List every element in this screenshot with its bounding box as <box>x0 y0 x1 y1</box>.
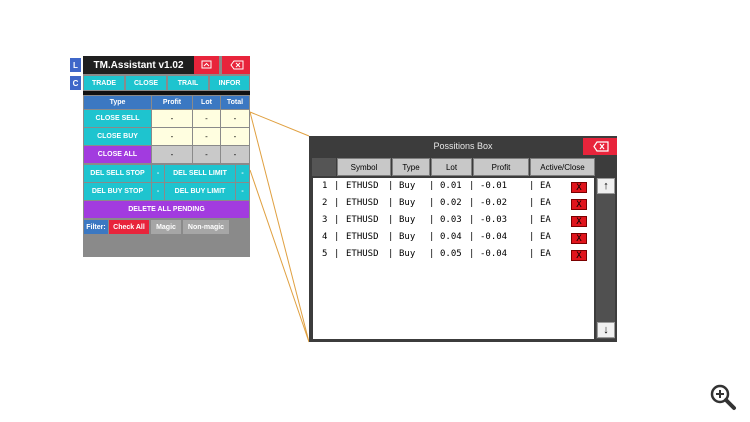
header-lot: Lot <box>193 96 220 109</box>
column-type: Type <box>392 158 430 176</box>
row-lot: 0.02 <box>440 198 462 208</box>
row-type: Buy <box>399 249 416 259</box>
row-profit: -0.04 <box>480 232 508 242</box>
close-all-button[interactable]: CLOSE ALL <box>84 146 151 163</box>
row-active: EA <box>540 249 551 259</box>
close-sell-button[interactable]: CLOSE SELL <box>84 110 151 127</box>
row-type: Buy <box>399 198 416 208</box>
filter-label: Filter: <box>84 220 108 234</box>
del-buy-limit-button[interactable]: DEL BUY LIMIT <box>165 183 235 200</box>
scroll-down-button[interactable]: ↓ <box>597 322 615 338</box>
row-lot: 0.03 <box>440 215 462 225</box>
del-sell-stop-button[interactable]: DEL SELL STOP <box>84 165 151 182</box>
row-active: EA <box>540 181 551 191</box>
assistant-close-button[interactable] <box>222 56 250 74</box>
menu-trade[interactable]: TRADE <box>84 76 124 90</box>
position-row: 5 | ETHUSD | Buy | 0.05 | -0.04 | EA X <box>313 249 594 261</box>
column-lot: Lot <box>431 158 472 176</box>
scrollbar-track[interactable] <box>596 178 615 339</box>
row-index: 2 <box>322 198 328 208</box>
row-active: EA <box>540 232 551 242</box>
index-header <box>312 158 336 176</box>
column-symbol: Symbol <box>337 158 391 176</box>
scroll-up-button[interactable]: ↑ <box>597 178 615 194</box>
row-profit: -0.02 <box>480 198 508 208</box>
delete-all-pending-button[interactable]: DELETE ALL PENDING <box>84 201 249 218</box>
row-close-button[interactable]: X <box>571 216 587 227</box>
minimize-button[interactable] <box>194 56 219 74</box>
row-lot: 0.01 <box>440 181 462 191</box>
row-profit: -0.04 <box>480 249 508 259</box>
assistant-title: TM.Assistant v1.02 <box>83 56 194 74</box>
del-buy-limit-count: - <box>236 183 249 200</box>
header-total: Total <box>221 96 249 109</box>
position-row: 3 | ETHUSD | Buy | 0.03 | -0.03 | EA X <box>313 215 594 227</box>
positions-close-button[interactable] <box>583 138 617 155</box>
row-index: 1 <box>322 181 328 191</box>
magic-button[interactable]: Magic <box>151 220 181 234</box>
row-lot: 0.05 <box>440 249 462 259</box>
row-symbol: ETHUSD <box>346 181 379 191</box>
del-buy-stop-button[interactable]: DEL BUY STOP <box>84 183 151 200</box>
row-lot: 0.04 <box>440 232 462 242</box>
del-buy-stop-count: - <box>152 183 164 200</box>
header-profit: Profit <box>152 96 192 109</box>
close-backspace-icon <box>230 60 244 70</box>
menu-close[interactable]: CLOSE <box>126 76 166 90</box>
position-row: 2 | ETHUSD | Buy | 0.02 | -0.02 | EA X <box>313 198 594 210</box>
column-profit: Profit <box>473 158 529 176</box>
del-sell-limit-button[interactable]: DEL SELL LIMIT <box>165 165 235 182</box>
row-index: 4 <box>322 232 328 242</box>
close-buy-lot: - <box>193 128 220 145</box>
menu-trail[interactable]: TRAIL <box>168 76 208 90</box>
row-type: Buy <box>399 215 416 225</box>
close-buy-total: - <box>221 128 249 145</box>
row-profit: -0.01 <box>480 181 508 191</box>
close-all-total: - <box>221 146 249 163</box>
column-active-close: Active/Close <box>530 158 595 176</box>
row-close-button[interactable]: X <box>571 182 587 193</box>
close-sell-lot: - <box>193 110 220 127</box>
close-sell-profit: - <box>152 110 192 127</box>
minimize-icon <box>201 60 212 69</box>
row-close-button[interactable]: X <box>571 233 587 244</box>
check-all-button[interactable]: Check All <box>109 220 149 234</box>
row-symbol: ETHUSD <box>346 215 379 225</box>
row-symbol: ETHUSD <box>346 249 379 259</box>
row-type: Buy <box>399 232 416 242</box>
close-sell-total: - <box>221 110 249 127</box>
row-symbol: ETHUSD <box>346 232 379 242</box>
row-active: EA <box>540 215 551 225</box>
header-type: Type <box>84 96 151 109</box>
side-button-l[interactable]: L <box>70 58 81 72</box>
menu-infor[interactable]: INFOR <box>210 76 249 90</box>
close-buy-profit: - <box>152 128 192 145</box>
del-sell-limit-count: - <box>236 165 249 182</box>
zoom-in-icon[interactable] <box>708 382 738 412</box>
row-profit: -0.03 <box>480 215 508 225</box>
close-buy-button[interactable]: CLOSE BUY <box>84 128 151 145</box>
row-symbol: ETHUSD <box>346 198 379 208</box>
close-all-profit: - <box>152 146 192 163</box>
side-button-c[interactable]: C <box>70 76 81 90</box>
non-magic-button[interactable]: Non-magic <box>183 220 229 234</box>
row-index: 3 <box>322 215 328 225</box>
row-active: EA <box>540 198 551 208</box>
row-index: 5 <box>322 249 328 259</box>
row-type: Buy <box>399 181 416 191</box>
row-close-button[interactable]: X <box>571 199 587 210</box>
position-row: 4 | ETHUSD | Buy | 0.04 | -0.04 | EA X <box>313 232 594 244</box>
position-row: 1 | ETHUSD | Buy | 0.01 | -0.01 | EA X <box>313 181 594 193</box>
positions-box-title: Possitions Box <box>433 141 493 151</box>
close-all-lot: - <box>193 146 220 163</box>
row-close-button[interactable]: X <box>571 250 587 261</box>
del-sell-stop-count: - <box>152 165 164 182</box>
menu-divider <box>83 91 250 95</box>
close-backspace-icon <box>593 141 609 152</box>
